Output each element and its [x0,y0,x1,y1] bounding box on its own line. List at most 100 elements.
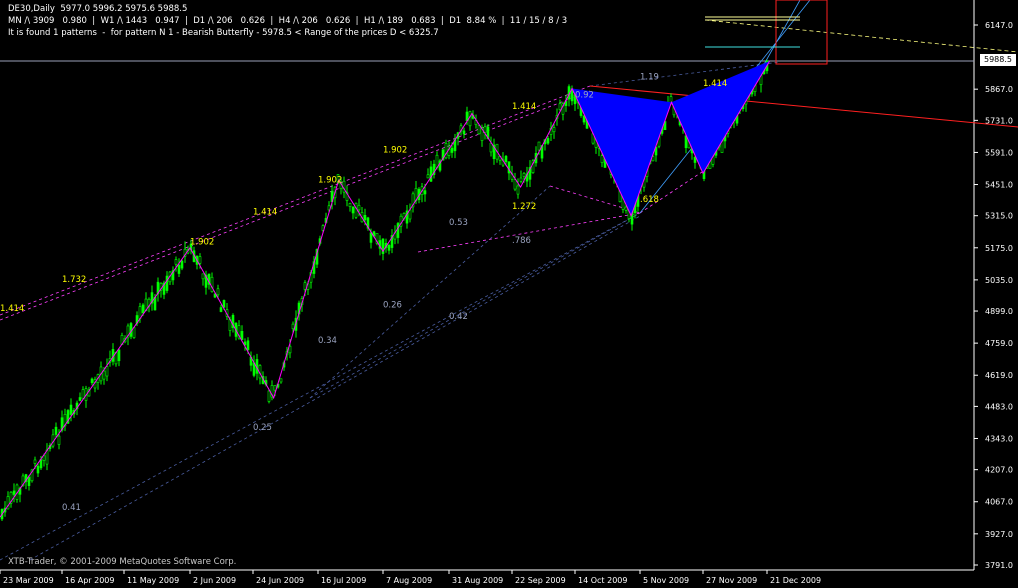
y-tick-label: 4067.0 [985,498,1013,507]
candle-body [489,142,493,153]
candle-body [180,260,184,269]
candle-body [216,288,220,296]
candle-body [522,173,526,177]
x-tick-label: 23 Mar 2009 [3,576,54,585]
chart-header-line1: DE30,Daily 5977.0 5996.2 5975.6 5988.5 [8,4,188,14]
ratio-label: 0.25 [253,423,272,433]
ratio-label: 0.92 [575,91,594,101]
ratio-label: 0.42 [449,312,468,322]
candle-body [201,273,205,280]
fib-retracement-line [309,212,641,399]
x-tick-label: 21 Dec 2009 [770,576,821,585]
ratio-label: 1.902 [318,175,342,185]
candle-body [423,190,427,195]
fib-line-618 [639,169,706,214]
ratio-label: 1.414 [253,208,277,218]
candle-body [240,330,244,341]
candle-body [57,435,61,445]
candle-body [177,264,181,274]
y-tick-label: 6147.0 [985,21,1013,30]
y-tick-label: 4899.0 [985,307,1013,316]
candle-body [222,300,226,308]
candle-body [198,256,202,264]
ratio-label: 1.732 [62,275,86,285]
x-tick-label: 31 Aug 2009 [452,576,503,585]
candle-body [468,111,472,127]
y-tick-label: 4207.0 [985,466,1013,475]
candle-body [354,202,358,218]
candle-body [105,366,109,377]
candle-body [396,223,400,238]
candle-body [357,205,361,211]
chart-header-line2: MN /\ 3909 0.980 | W1 /\ 1443 0.947 | D1… [8,16,568,26]
candle-body [117,349,121,362]
candle-body [558,103,562,110]
candle-body [303,282,307,290]
candle-body [369,232,373,243]
y-tick-label: 5035.0 [985,276,1013,285]
y-tick-label: 5731.0 [985,116,1013,125]
candle-body [132,327,136,338]
candle-body [537,141,541,151]
x-tick-label: 11 May 2009 [127,576,179,585]
candle-body [516,185,520,195]
ratio-label: 1.414 [703,79,727,89]
candle-body [429,166,433,182]
candle-body [12,490,16,495]
candle-body [552,127,556,133]
candle-body [267,390,271,402]
ratio-label: 0.34 [318,336,337,346]
y-tick-label: 4619.0 [985,371,1013,380]
x-tick-label: 14 Oct 2009 [578,576,627,585]
candle-body [102,370,106,380]
x-tick-label: 27 Nov 2009 [706,576,757,585]
candle-body [78,397,82,401]
candle-body [279,378,283,383]
x-tick-label: 2 Jun 2009 [193,576,236,585]
ratio-label: .618 [640,195,659,205]
y-tick-label: 3791.0 [985,561,1013,570]
indicator-lines [0,0,1018,561]
y-tick-label: 3927.0 [985,530,1013,539]
candle-body [348,203,352,207]
candle-body [387,245,391,251]
candle-body [462,130,466,135]
candle-body [246,340,250,351]
candle-body [546,138,550,144]
y-tick-label: 5315.0 [985,212,1013,221]
butterfly-pattern [0,60,771,518]
candle-body [600,155,604,163]
ratio-label: 0.26 [383,300,402,310]
ratio-label: 1.19 [640,72,659,82]
candle-body [351,206,355,214]
ratio-label: 0.53 [449,218,468,228]
candle-body [36,465,40,474]
fib-extension-line [0,85,591,316]
candle-body [435,154,439,168]
ratio-label: 1.902 [383,146,407,156]
y-tick-label: 5451.0 [985,181,1013,190]
candle-body [693,157,697,163]
y-tick-label: 5591.0 [985,148,1013,157]
chart-area[interactable]: 1.414 1.732 1.902 1.414 1.902 1.902 1.414 1.272… [0,0,1018,588]
candle-body [624,206,628,211]
candle-body [141,304,145,314]
price-axis: 6147.0 5867.0 5731.0 5591.0 5451.0 5315.0 5175… [974,21,1013,570]
pattern-info-line: It is found 1 patterns - for pattern N 1… [8,28,439,38]
candle-body [504,155,508,163]
copyright-text: XTB-Trader, © 2001-2009 MetaQuotes Softw… [8,557,237,567]
candle-body [513,179,517,190]
candle-body [219,307,223,312]
candle-body [90,378,94,384]
y-tick-label: 4483.0 [985,402,1013,411]
candle-body [54,426,58,435]
candle-body [27,476,31,486]
candle-body [81,389,85,399]
ratio-label: 1.272 [512,202,536,212]
candle-body [174,259,178,265]
candle-body [138,306,142,319]
x-tick-label: 16 Apr 2009 [65,576,114,585]
x-tick-label: 16 Jul 2009 [321,576,366,585]
x-tick-label: 24 Jun 2009 [256,576,304,585]
candle-body [165,275,169,291]
